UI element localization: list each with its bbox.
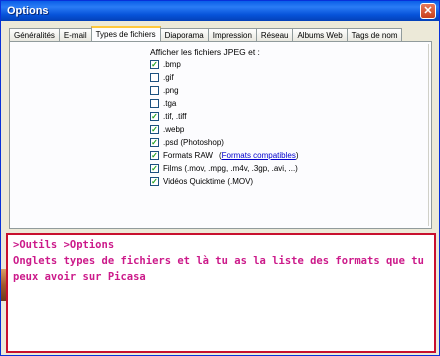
- file-types-heading: Afficher les fichiers JPEG et :: [150, 47, 260, 57]
- checkbox-icon[interactable]: ✓: [150, 151, 159, 160]
- title-bar[interactable]: Options ✕: [1, 1, 439, 21]
- file-types-panel: Afficher les fichiers JPEG et : ✓ .bmp .…: [9, 41, 432, 229]
- file-type-checklist: ✓ .bmp .gif .png .tga ✓ .tif, .tiff ✓ .w…: [150, 59, 299, 189]
- window-title: Options: [7, 5, 49, 17]
- checkbox-psd[interactable]: ✓ .psd (Photoshop): [150, 137, 299, 148]
- checkbox-label: Formats RAW: [163, 151, 213, 160]
- tab-tags-de-nom[interactable]: Tags de nom: [346, 28, 403, 41]
- checkbox-label: .bmp: [163, 60, 181, 69]
- annotation-line-2: Onglets types de fichiers et là tu as la…: [13, 255, 424, 267]
- checkbox-gif[interactable]: .gif: [150, 72, 299, 83]
- checkbox-quicktime[interactable]: ✓ Vidéos Quicktime (.MOV): [150, 176, 299, 187]
- close-button[interactable]: ✕: [420, 3, 436, 19]
- tab-generalites[interactable]: Généralités: [9, 28, 60, 41]
- checkbox-tga[interactable]: .tga: [150, 98, 299, 109]
- paren-close: ): [295, 151, 299, 160]
- checkbox-label: .gif: [163, 73, 174, 82]
- checkbox-bmp[interactable]: ✓ .bmp: [150, 59, 299, 70]
- checkbox-label: .tif, .tiff: [163, 112, 187, 121]
- tab-albums-web[interactable]: Albums Web: [292, 28, 348, 41]
- checkbox-icon[interactable]: ✓: [150, 60, 159, 69]
- checkbox-webp[interactable]: ✓ .webp: [150, 124, 299, 135]
- checkbox-label: Films (.mov, .mpg, .m4v, .3gp, .avi, ...…: [163, 164, 298, 173]
- checkbox-label: .tga: [163, 99, 177, 108]
- annotation-line-3: peux avoir sur Picasa: [13, 271, 146, 283]
- checkbox-label: .psd (Photoshop): [163, 138, 224, 147]
- panel-divider: [428, 44, 429, 226]
- options-window: Options ✕ Généralités E-mail Types de fi…: [0, 0, 440, 356]
- checkbox-tif[interactable]: ✓ .tif, .tiff: [150, 111, 299, 122]
- checkbox-label: Vidéos Quicktime (.MOV): [163, 177, 254, 186]
- checkbox-icon[interactable]: ✓: [150, 125, 159, 134]
- annotation-line-1: >Outils >Options: [13, 239, 115, 251]
- checkbox-icon[interactable]: ✓: [150, 177, 159, 186]
- checkbox-label: .webp: [163, 125, 185, 134]
- close-icon: ✕: [423, 5, 433, 17]
- compatible-formats-link[interactable]: Formats compatibles: [222, 151, 296, 160]
- checkbox-label: .png: [163, 86, 179, 95]
- checkbox-icon[interactable]: ✓: [150, 112, 159, 121]
- tab-impression[interactable]: Impression: [207, 28, 257, 41]
- tab-diaporama[interactable]: Diaporama: [159, 28, 209, 41]
- annotation-box: >Outils >Options Onglets types de fichie…: [6, 233, 436, 353]
- checkbox-icon[interactable]: ✓: [150, 164, 159, 173]
- tab-email[interactable]: E-mail: [58, 28, 92, 41]
- checkbox-films[interactable]: ✓ Films (.mov, .mpg, .m4v, .3gp, .avi, .…: [150, 163, 299, 174]
- tab-strip: Généralités E-mail Types de fichiers Dia…: [9, 26, 403, 41]
- checkbox-raw[interactable]: ✓ Formats RAW (Formats compatibles): [150, 150, 299, 161]
- tab-reseau[interactable]: Réseau: [255, 28, 294, 41]
- checkbox-icon[interactable]: [150, 86, 159, 95]
- tab-types-de-fichiers[interactable]: Types de fichiers: [90, 26, 161, 41]
- checkbox-icon[interactable]: [150, 99, 159, 108]
- checkbox-png[interactable]: .png: [150, 85, 299, 96]
- checkbox-icon[interactable]: [150, 73, 159, 82]
- checkbox-icon[interactable]: ✓: [150, 138, 159, 147]
